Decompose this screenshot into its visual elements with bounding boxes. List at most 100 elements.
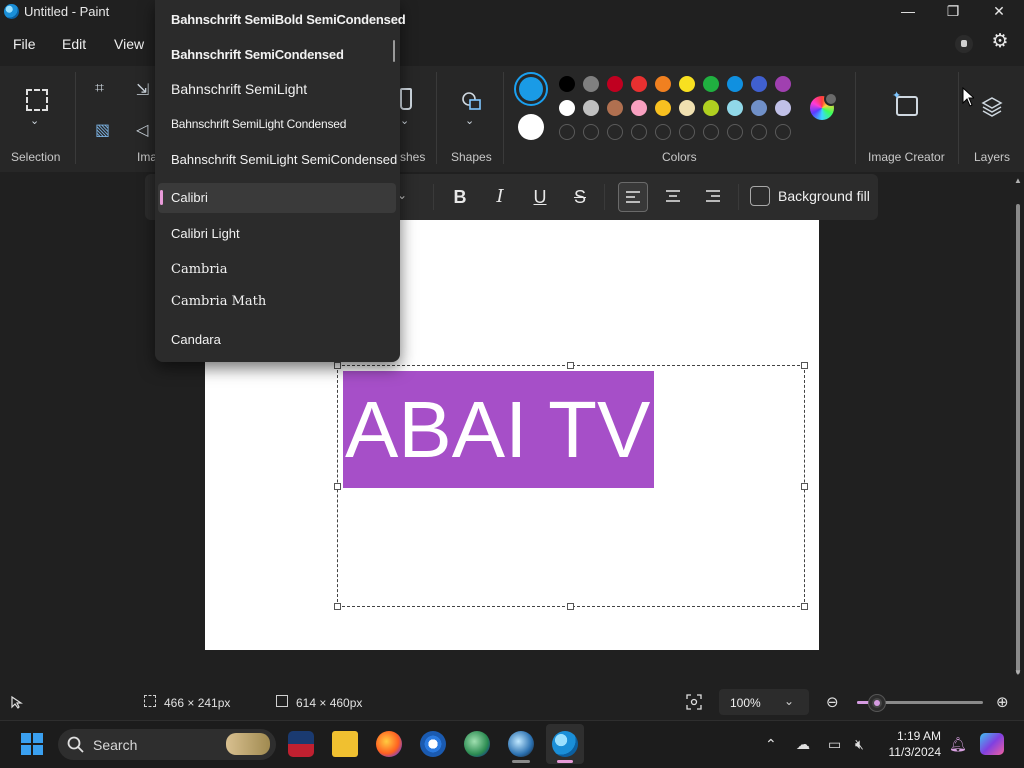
mlb-app-icon[interactable]	[288, 731, 314, 757]
app-blue-circle-icon[interactable]	[420, 731, 446, 757]
windows-start-icon[interactable]	[21, 733, 43, 755]
font-option[interactable]: Calibri Light	[171, 226, 240, 241]
custom-color-slot[interactable]	[583, 124, 599, 140]
palette-color-swatch[interactable]	[583, 76, 599, 92]
resize-handle[interactable]	[801, 483, 808, 490]
scroll-up-icon[interactable]: ▲	[1014, 176, 1022, 185]
notification-bell-icon[interactable]: 🔔︎	[949, 736, 967, 753]
custom-color-slot[interactable]	[775, 124, 791, 140]
font-option[interactable]: Bahnschrift SemiLight Condensed	[171, 117, 346, 131]
palette-color-swatch[interactable]	[703, 76, 719, 92]
account-icon[interactable]	[955, 35, 973, 53]
palette-color-swatch[interactable]	[583, 100, 599, 116]
onedrive-cloud-icon[interactable]: ☁	[796, 736, 810, 753]
palette-color-swatch[interactable]	[775, 100, 791, 116]
close-button[interactable]: ✕	[976, 0, 1022, 24]
zoom-chevron-down-icon[interactable]: ⌄	[784, 694, 794, 708]
secondary-color-swatch[interactable]	[518, 114, 544, 140]
resize-handle[interactable]	[334, 483, 341, 490]
custom-color-slot[interactable]	[607, 124, 623, 140]
align-right-button[interactable]	[698, 182, 728, 212]
custom-color-slot[interactable]	[751, 124, 767, 140]
resize-handle[interactable]	[567, 362, 574, 369]
font-option[interactable]: Cambria	[171, 262, 227, 277]
resize-handle[interactable]	[567, 603, 574, 610]
palette-color-swatch[interactable]	[703, 100, 719, 116]
zoom-out-icon[interactable]: ⊖	[826, 693, 839, 711]
resize-handle[interactable]	[801, 603, 808, 610]
app-globe-icon[interactable]	[464, 731, 490, 757]
custom-color-slot[interactable]	[559, 124, 575, 140]
shapes-chevron-down-icon[interactable]: ⌄	[465, 114, 474, 127]
font-option-selected[interactable]: Calibri	[171, 190, 208, 205]
resize-handle[interactable]	[801, 362, 808, 369]
palette-color-swatch[interactable]	[631, 100, 647, 116]
strikethrough-button[interactable]: S	[565, 182, 595, 212]
file-explorer-icon[interactable]	[332, 731, 358, 757]
palette-color-swatch[interactable]	[727, 100, 743, 116]
palette-color-swatch[interactable]	[751, 76, 767, 92]
palette-color-swatch[interactable]	[607, 100, 623, 116]
app-globe-2-icon[interactable]	[508, 731, 534, 757]
shapes-icon[interactable]	[460, 90, 482, 112]
menu-view[interactable]: View	[114, 36, 144, 52]
font-option[interactable]: Bahnschrift SemiLight	[171, 81, 307, 97]
palette-color-swatch[interactable]	[559, 76, 575, 92]
fit-to-window-icon[interactable]	[686, 694, 702, 710]
menu-edit[interactable]: Edit	[62, 36, 86, 52]
font-option[interactable]: Cambria Math	[171, 294, 266, 309]
palette-color-swatch[interactable]	[679, 100, 695, 116]
palette-color-swatch[interactable]	[727, 76, 743, 92]
primary-color-swatch[interactable]	[514, 72, 548, 106]
custom-color-slot[interactable]	[631, 124, 647, 140]
clock-time[interactable]: 1:19 AM	[888, 729, 941, 743]
background-fill-checkbox[interactable]	[750, 186, 770, 206]
zoom-slider-handle[interactable]	[869, 695, 885, 711]
paint-taskbar-icon[interactable]	[552, 731, 578, 757]
font-list-scrollbar[interactable]	[393, 40, 395, 62]
brush-icon[interactable]	[400, 88, 412, 110]
underline-button[interactable]: U	[525, 182, 555, 212]
image-effects-icon[interactable]: ▧	[95, 120, 110, 140]
resize-icon[interactable]: ⇲	[136, 80, 149, 100]
resize-handle[interactable]	[334, 362, 341, 369]
clock-date[interactable]: 11/3/2024	[882, 745, 942, 759]
align-center-button[interactable]	[658, 182, 688, 212]
custom-color-slot[interactable]	[703, 124, 719, 140]
palette-color-swatch[interactable]	[631, 76, 647, 92]
volume-muted-icon[interactable]: 🔇︎	[855, 736, 864, 753]
palette-color-swatch[interactable]	[751, 100, 767, 116]
rotate-icon[interactable]: ◁	[136, 120, 148, 140]
font-option[interactable]: Bahnschrift SemiBold SemiCondensed	[171, 12, 406, 27]
font-option[interactable]: Bahnschrift SemiCondensed	[171, 47, 344, 62]
resize-handle[interactable]	[334, 603, 341, 610]
edit-colors-icon[interactable]	[810, 92, 838, 120]
layers-icon[interactable]	[980, 95, 1004, 119]
network-display-icon[interactable]: ▭	[828, 736, 841, 753]
selection-chevron-down-icon[interactable]: ⌄	[30, 114, 39, 127]
menu-file[interactable]: File	[13, 36, 36, 52]
scrollbar-thumb[interactable]	[1016, 204, 1020, 674]
font-option[interactable]: Candara	[171, 332, 221, 347]
palette-color-swatch[interactable]	[679, 76, 695, 92]
crop-icon[interactable]: ⌗	[95, 80, 104, 98]
italic-button[interactable]: I	[485, 182, 515, 212]
custom-color-slot[interactable]	[679, 124, 695, 140]
firefox-icon[interactable]	[376, 731, 402, 757]
palette-color-swatch[interactable]	[775, 76, 791, 92]
canvas-text-abai-tv[interactable]: ABAI TV	[343, 371, 654, 488]
restore-button[interactable]: ❐	[930, 0, 976, 24]
selection-rectangle-icon[interactable]	[26, 89, 48, 111]
vertical-scrollbar[interactable]: ▲ ▼	[1014, 176, 1022, 678]
brush-chevron-down-icon[interactable]: ⌄	[400, 114, 409, 127]
custom-color-slot[interactable]	[727, 124, 743, 140]
tray-chevron-up-icon[interactable]: ⌃	[765, 736, 777, 753]
copilot-icon[interactable]	[980, 733, 1004, 755]
palette-color-swatch[interactable]	[655, 100, 671, 116]
font-option[interactable]: Bahnschrift SemiLight SemiCondensed	[171, 152, 397, 167]
palette-color-swatch[interactable]	[607, 76, 623, 92]
zoom-in-icon[interactable]: ⊕	[996, 693, 1009, 711]
custom-color-slot[interactable]	[655, 124, 671, 140]
palette-color-swatch[interactable]	[559, 100, 575, 116]
image-creator-icon[interactable]	[892, 89, 918, 116]
